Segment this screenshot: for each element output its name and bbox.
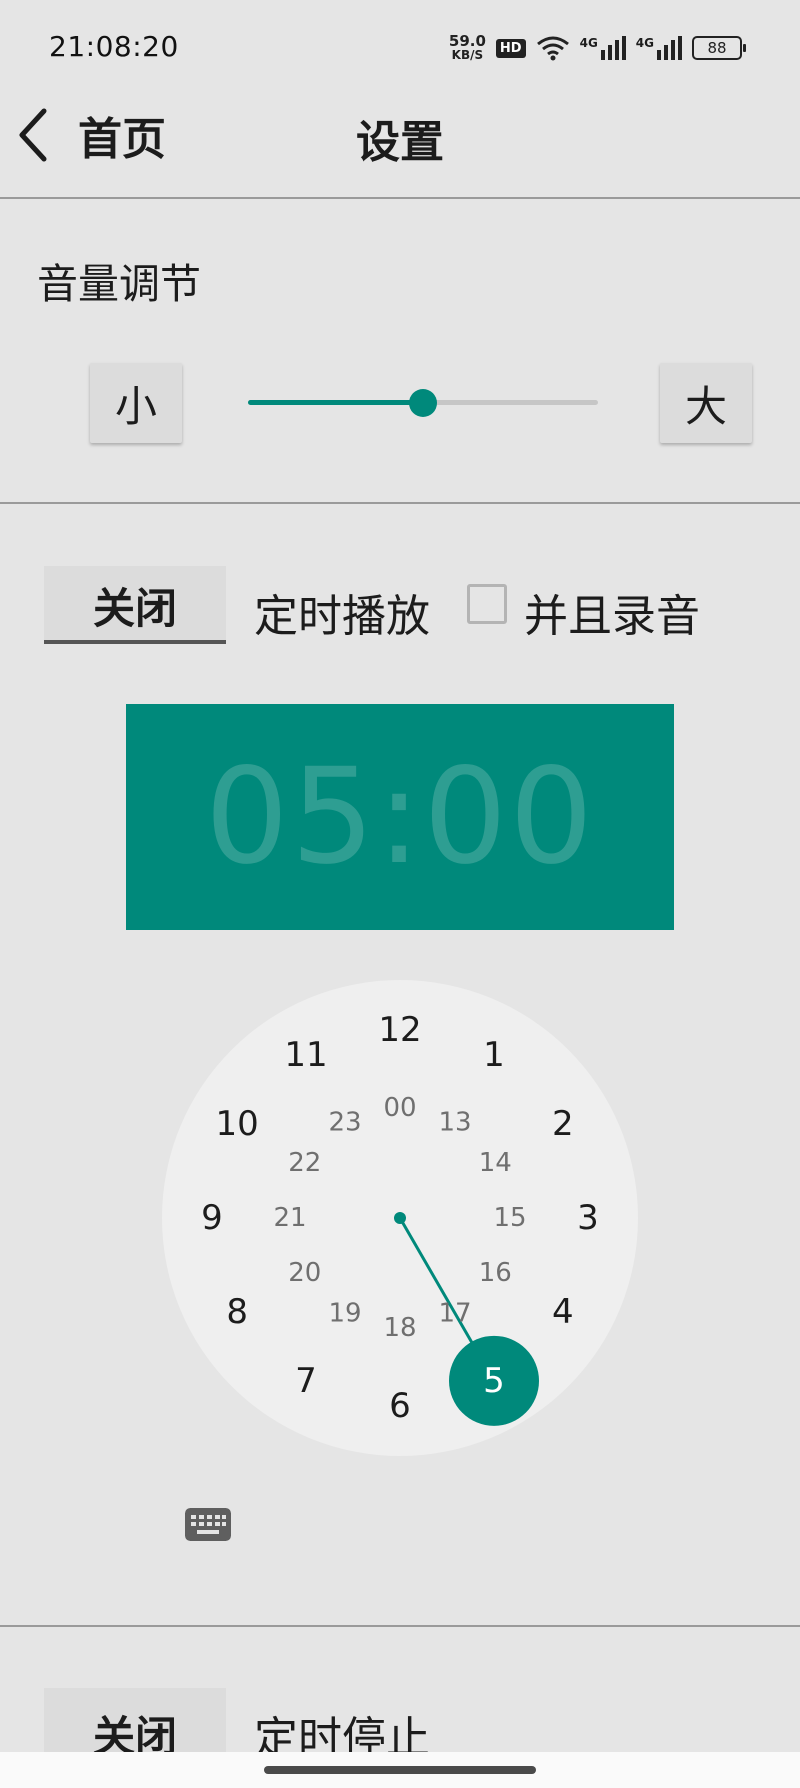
clock-hour-9[interactable]: 9 bbox=[201, 1198, 223, 1238]
clock-hour-7[interactable]: 7 bbox=[295, 1361, 317, 1401]
timer-play-toggle-label: 关闭 bbox=[92, 583, 177, 633]
clock-hour-8[interactable]: 8 bbox=[226, 1292, 248, 1332]
clock-center bbox=[394, 1212, 406, 1224]
time-display[interactable]: 05:00 bbox=[126, 704, 674, 930]
clock-hour-23[interactable]: 23 bbox=[328, 1108, 361, 1138]
clock-hour-11[interactable]: 11 bbox=[284, 1035, 327, 1075]
clock-hour-4[interactable]: 4 bbox=[552, 1292, 574, 1332]
clock-hour-19[interactable]: 19 bbox=[328, 1298, 361, 1328]
volume-down-label: 小 bbox=[114, 381, 157, 431]
clock-dial[interactable]: 12123456789101100 1314151617181920212223 bbox=[162, 980, 638, 1456]
time-display-text: 05:00 bbox=[204, 740, 596, 894]
keyboard-icon[interactable] bbox=[185, 1508, 231, 1541]
timer-play-toggle[interactable]: 关闭 bbox=[44, 566, 226, 644]
toggle-underline bbox=[44, 640, 226, 644]
clock-hour-15[interactable]: 15 bbox=[493, 1203, 526, 1233]
sim1-label: 4G bbox=[579, 36, 598, 50]
home-indicator[interactable] bbox=[264, 1766, 536, 1774]
clock-hour-16[interactable]: 16 bbox=[479, 1258, 512, 1288]
volume-divider bbox=[0, 502, 800, 504]
clock-hour-18[interactable]: 18 bbox=[383, 1313, 416, 1343]
hd-badge: HD bbox=[495, 38, 526, 58]
header-divider bbox=[0, 197, 800, 199]
clock-hour-00[interactable]: 00 bbox=[383, 1093, 416, 1123]
clock-hour-5[interactable]: 5 bbox=[483, 1361, 505, 1401]
record-label: 并且录音 bbox=[524, 591, 700, 642]
clock-hour-14[interactable]: 14 bbox=[479, 1148, 512, 1178]
signal-icon-2: 4G bbox=[636, 36, 682, 60]
sim2-label: 4G bbox=[635, 36, 654, 50]
record-checkbox[interactable] bbox=[467, 584, 507, 624]
signal-icon: 4G bbox=[580, 36, 626, 60]
clock-hour-13[interactable]: 13 bbox=[438, 1108, 471, 1138]
volume-slider-thumb[interactable] bbox=[409, 389, 437, 417]
wifi-icon bbox=[536, 36, 569, 61]
clock-hour-10[interactable]: 10 bbox=[216, 1104, 259, 1144]
clock-hour-3[interactable]: 3 bbox=[577, 1198, 599, 1238]
net-speed: 59.0 KB/S bbox=[449, 34, 486, 63]
volume-up-button[interactable]: 大 bbox=[660, 363, 752, 443]
picker-divider bbox=[0, 1625, 800, 1627]
net-speed-unit: KB/S bbox=[451, 48, 484, 62]
volume-up-label: 大 bbox=[684, 381, 727, 431]
clock-hour-1[interactable]: 1 bbox=[483, 1035, 505, 1075]
status-time: 21:08:20 bbox=[49, 30, 179, 63]
clock-hour-21[interactable]: 21 bbox=[273, 1203, 306, 1233]
clock-hour-12[interactable]: 12 bbox=[378, 1010, 421, 1050]
volume-title: 音量调节 bbox=[37, 260, 201, 308]
battery-icon: 88 bbox=[692, 36, 746, 60]
clock-hour-6[interactable]: 6 bbox=[389, 1386, 411, 1426]
clock-hour-22[interactable]: 22 bbox=[288, 1148, 321, 1178]
volume-slider-fill bbox=[248, 400, 423, 405]
timer-play-label: 定时播放 bbox=[254, 591, 430, 642]
clock-hour-17[interactable]: 17 bbox=[438, 1298, 471, 1328]
clock-hour-20[interactable]: 20 bbox=[288, 1258, 321, 1288]
clock-hour-2[interactable]: 2 bbox=[552, 1104, 574, 1144]
volume-down-button[interactable]: 小 bbox=[90, 363, 182, 443]
page-title: 设置 bbox=[356, 117, 444, 168]
status-icons: 59.0 KB/S HD 4G 4G 88 bbox=[449, 30, 746, 66]
